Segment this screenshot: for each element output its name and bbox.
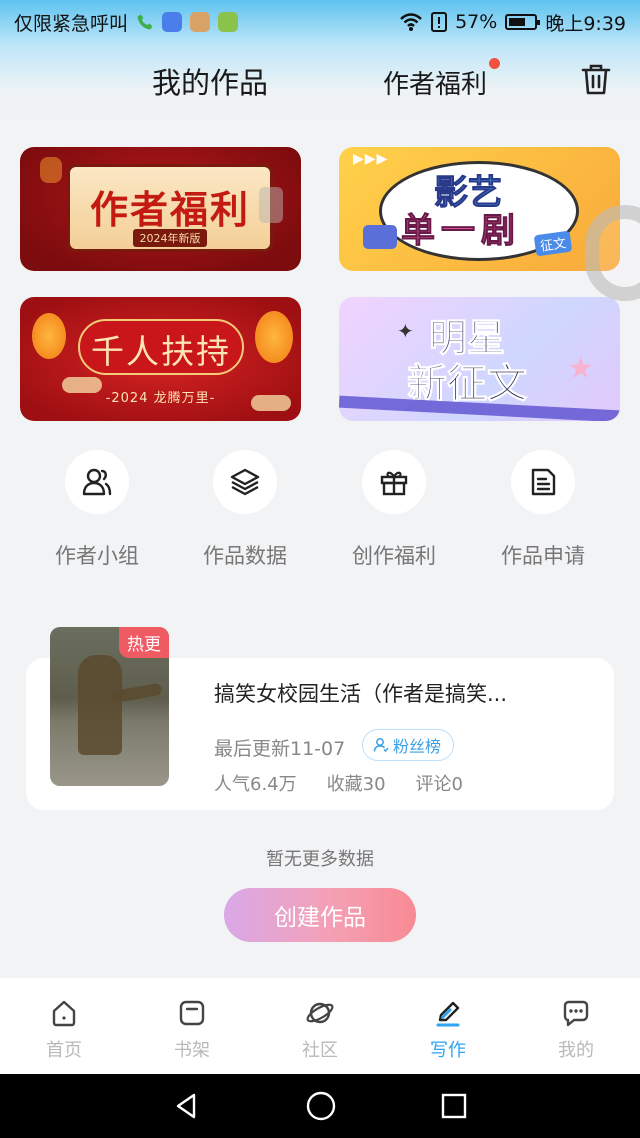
banner-subtitle: 2024年新版 [133, 229, 207, 247]
chat-app-icon [218, 12, 239, 32]
banner-film-drama[interactable]: 影艺 单一剧 征文 ▶▶▶ [339, 147, 620, 271]
floating-refresh-handle[interactable] [585, 205, 640, 301]
clock: 晚上9:39 [545, 12, 626, 35]
work-cover-image[interactable]: 热更 [50, 627, 169, 786]
sim-alert-icon [431, 12, 448, 32]
quick-nav-circle [511, 450, 575, 514]
quick-nav-work-application[interactable]: 作品申请 [478, 450, 608, 570]
camera-icon [363, 225, 397, 249]
quick-nav-circle [362, 450, 426, 514]
fan-ranking-button[interactable]: 粉丝榜 [362, 729, 455, 761]
work-stats: 人气6.4万 收藏30 评论0 [214, 770, 463, 796]
banner-thousand-support[interactable]: 千人扶持 -2024 龙腾万里- [20, 297, 301, 421]
tab-bookshelf[interactable]: 书架 [128, 978, 256, 1074]
cloud-decoration [62, 377, 102, 393]
banner-tag: 征文 [533, 230, 573, 257]
lantern-decoration [40, 157, 62, 183]
quick-nav-label: 作品申请 [501, 544, 585, 568]
tab-label: 首页 [46, 1040, 82, 1061]
banner-title: 千人扶持 [91, 332, 231, 371]
battery-percent: 57% [455, 11, 498, 33]
quick-nav-creation-welfare[interactable]: 创作福利 [329, 450, 459, 570]
recent-apps-icon[interactable] [440, 1092, 468, 1120]
popularity-count: 人气6.4万 [214, 774, 297, 795]
video-app-icon [190, 12, 211, 32]
tab-mine[interactable]: 我的 [512, 978, 640, 1074]
fan-ranking-label: 粉丝榜 [393, 737, 442, 756]
planet-icon [306, 1002, 334, 1024]
tab-author-welfare[interactable]: 作者福利 [383, 64, 487, 101]
last-updated: 最后更新11-07 [214, 738, 346, 760]
pen-icon [436, 1001, 460, 1027]
play-arrows-decoration: ▶▶▶ [353, 151, 389, 167]
system-navigation-bar [0, 1074, 640, 1138]
quick-nav-circle [213, 450, 277, 514]
bookshelf-icon [179, 1000, 205, 1026]
tab-label: 书架 [174, 1040, 210, 1061]
wifi-icon [400, 13, 422, 31]
star-icon: ★ [567, 351, 594, 386]
tab-label: 社区 [302, 1040, 338, 1061]
tab-write[interactable]: 写作 [384, 978, 512, 1074]
user-icon [373, 738, 389, 753]
cloud-decoration [251, 395, 291, 411]
quick-nav-label: 作者小组 [55, 544, 139, 568]
carrier-text: 仅限紧急呼叫 [14, 12, 129, 35]
page-header: 我的作品 作者福利 [0, 50, 640, 110]
sparkle-icon: ✦ [397, 319, 414, 343]
cover-figure [78, 655, 122, 755]
quick-nav-label: 作品数据 [203, 544, 287, 568]
favorites-count: 收藏30 [326, 774, 386, 795]
phone-icon [137, 14, 153, 30]
users-icon [82, 468, 112, 496]
status-bar: 仅限紧急呼叫 57% 晚上9:39 [0, 0, 640, 44]
document-icon [531, 468, 556, 496]
tab-home[interactable]: 首页 [0, 978, 128, 1074]
quick-nav-author-group[interactable]: 作者小组 [32, 450, 162, 570]
battery-icon [505, 14, 541, 30]
layers-icon [230, 468, 260, 496]
back-icon[interactable] [172, 1091, 202, 1121]
create-work-button[interactable]: 创建作品 [224, 888, 416, 942]
quick-nav-label: 创作福利 [352, 544, 436, 568]
music-app-icon [162, 12, 183, 32]
lantern-left-icon [32, 313, 66, 359]
no-more-data-text: 暂无更多数据 [266, 849, 374, 870]
quick-nav-circle [65, 450, 129, 514]
lantern-right-icon [255, 311, 293, 363]
chat-icon [563, 1000, 589, 1027]
tab-my-works[interactable]: 我的作品 [152, 60, 268, 102]
home-icon [52, 1000, 76, 1027]
quick-nav-work-data[interactable]: 作品数据 [180, 450, 310, 570]
tab-community[interactable]: 社区 [256, 978, 384, 1074]
banner-author-welfare[interactable]: 作者福利 2024年新版 [20, 147, 301, 271]
banner-star-contest[interactable]: 明星 新征文 ✦ ★ [339, 297, 620, 421]
comments-count: 评论0 [415, 774, 463, 795]
gift-icon [380, 471, 408, 496]
tab-label: 我的 [558, 1040, 594, 1061]
banner-title: 作者福利 [89, 187, 250, 232]
home-circle-icon[interactable] [305, 1090, 337, 1122]
tab-label: 写作 [430, 1040, 466, 1061]
notification-dot [489, 58, 500, 69]
banner-line2: 单一剧 [401, 211, 521, 252]
bottom-tab-bar: 首页 书架 社区 写作 我的 [0, 978, 640, 1074]
trash-icon[interactable] [580, 62, 612, 96]
work-title[interactable]: 搞笑女校园生活（作者是搞笑... [214, 678, 574, 708]
lantern-decoration [259, 187, 283, 223]
hot-update-badge: 热更 [119, 627, 169, 658]
